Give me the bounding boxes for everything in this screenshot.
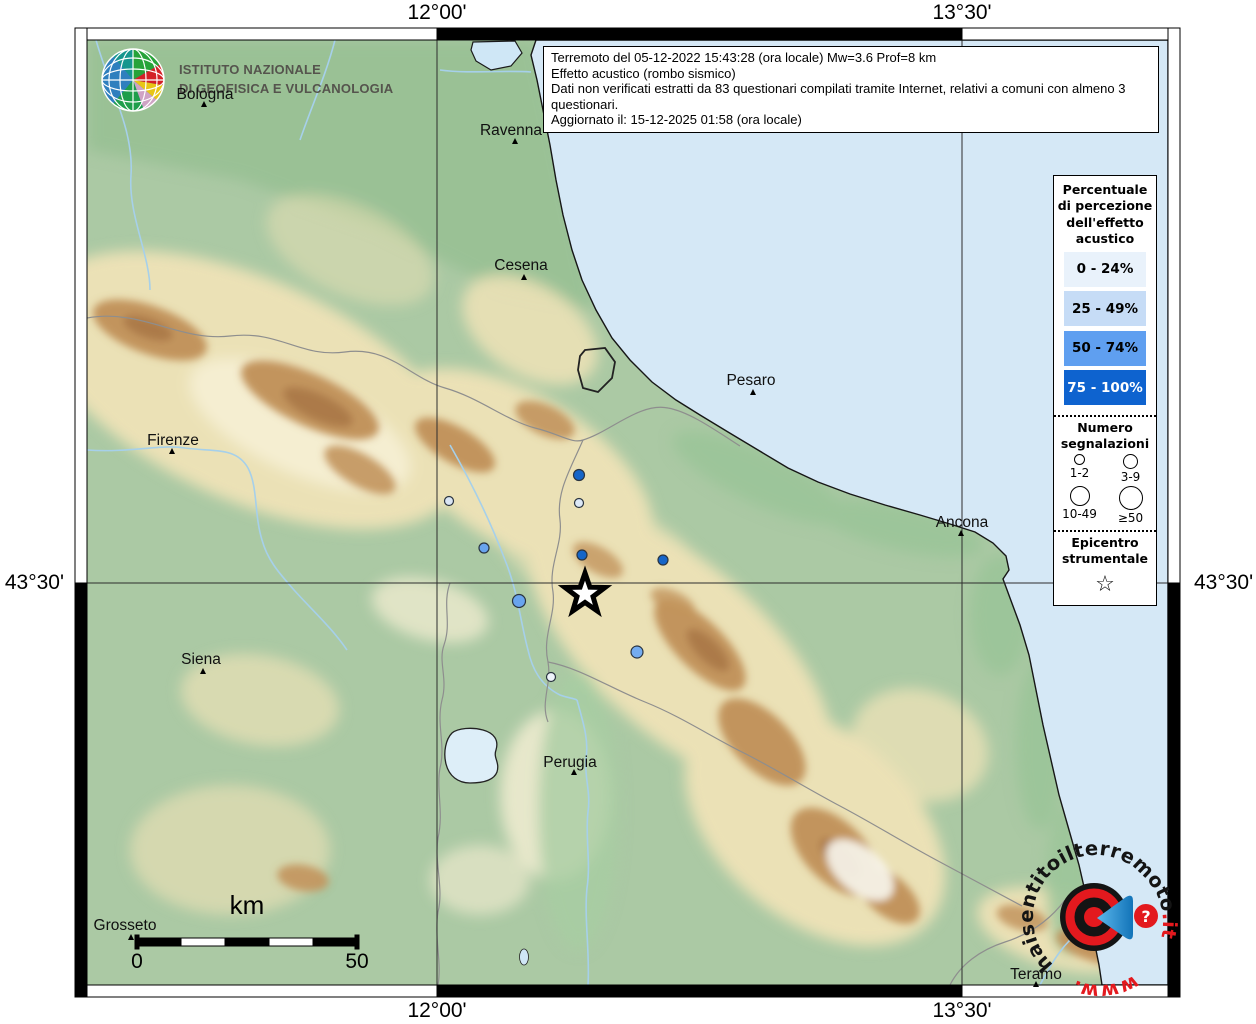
legend-size-≥50: ≥50 (1105, 486, 1156, 525)
small-lake (520, 949, 529, 965)
observation-dot (631, 646, 643, 658)
question-mark: ? (1141, 907, 1150, 926)
epicenter-star-icon: ☆ (1054, 572, 1156, 598)
legend-class-50-74-: 50 - 74% (1064, 331, 1146, 366)
legend-size-1-2: 1-2 (1054, 454, 1105, 484)
observation-dot (479, 543, 489, 553)
svg-text:www.: www. (1069, 971, 1143, 1004)
observation-dot (658, 555, 668, 565)
size-label: 10-49 (1062, 507, 1097, 521)
scalebar-unit: km (230, 890, 265, 921)
title-line-effect: Effetto acustico (rombo sismico) (551, 66, 1151, 82)
lake-trasimeno (445, 728, 498, 783)
size-label: 3-9 (1121, 470, 1141, 484)
observation-dot (574, 470, 585, 481)
size-label: ≥50 (1118, 511, 1143, 525)
legend-section-segnalazioni: Numero segnalazioni 1-2 3-9 10-49 ≥50 (1054, 415, 1156, 528)
size-circle-icon (1074, 454, 1085, 465)
scalebar-end: 50 (345, 950, 368, 974)
size-circle-icon (1119, 486, 1143, 510)
watermark-ring-text-it: .it (1156, 912, 1181, 941)
legend-title-segnalazioni: Numero segnalazioni (1054, 420, 1156, 453)
title-line-event: Terremoto del 05-12-2022 15:43:28 (ora l… (551, 50, 1151, 66)
legend-title-percezione: Percentuale di percezione dell'effetto a… (1054, 182, 1156, 247)
legend-section-epicentro: Epicentro strumentale ☆ (1054, 530, 1156, 604)
legend-class-25-49-: 25 - 49% (1064, 291, 1146, 326)
size-circle-icon (1123, 454, 1138, 469)
haisentitoilterremoto-watermark: ? haisentitoilterremoto.it www. (1008, 830, 1188, 1010)
size-circle-icon (1070, 486, 1090, 506)
legend-size-10-49: 10-49 (1054, 486, 1105, 525)
title-box: Terremoto del 05-12-2022 15:43:28 (ora l… (543, 46, 1159, 133)
scalebar-start: 0 (131, 950, 143, 974)
legend-panel: Percentuale di percezione dell'effetto a… (1053, 175, 1157, 606)
observation-dot (513, 595, 526, 608)
legend-size-grid: 1-2 3-9 10-49 ≥50 (1054, 454, 1156, 527)
legend-class-75-100-: 75 - 100% (1064, 370, 1146, 405)
title-line-data: Dati non verificati estratti da 83 quest… (551, 81, 1151, 112)
legend-class-0-24-: 0 - 24% (1064, 252, 1146, 287)
ingv-name: ISTITUTO NAZIONALE DI GEOFISICA E VULCAN… (179, 44, 393, 116)
ingv-globe-icon (100, 44, 170, 116)
ingv-logo: ISTITUTO NAZIONALE DI GEOFISICA E VULCAN… (100, 44, 393, 116)
legend-percezione-classes: 0 - 24% 25 - 49% 50 - 74% 75 - 100% (1054, 247, 1156, 410)
size-label: 1-2 (1070, 466, 1090, 480)
terrain-layer (0, 40, 1168, 994)
observation-dot (547, 673, 556, 682)
observation-dot (575, 499, 584, 508)
legend-title-epicentro: Epicentro strumentale (1054, 535, 1156, 568)
observation-dot (445, 497, 454, 506)
watermark-www: www. (1069, 971, 1143, 1004)
title-line-updated: Aggiornato il: 15-12-2025 01:58 (ora loc… (551, 112, 1151, 128)
legend-size-3-9: 3-9 (1105, 454, 1156, 484)
observation-dot (577, 550, 587, 560)
